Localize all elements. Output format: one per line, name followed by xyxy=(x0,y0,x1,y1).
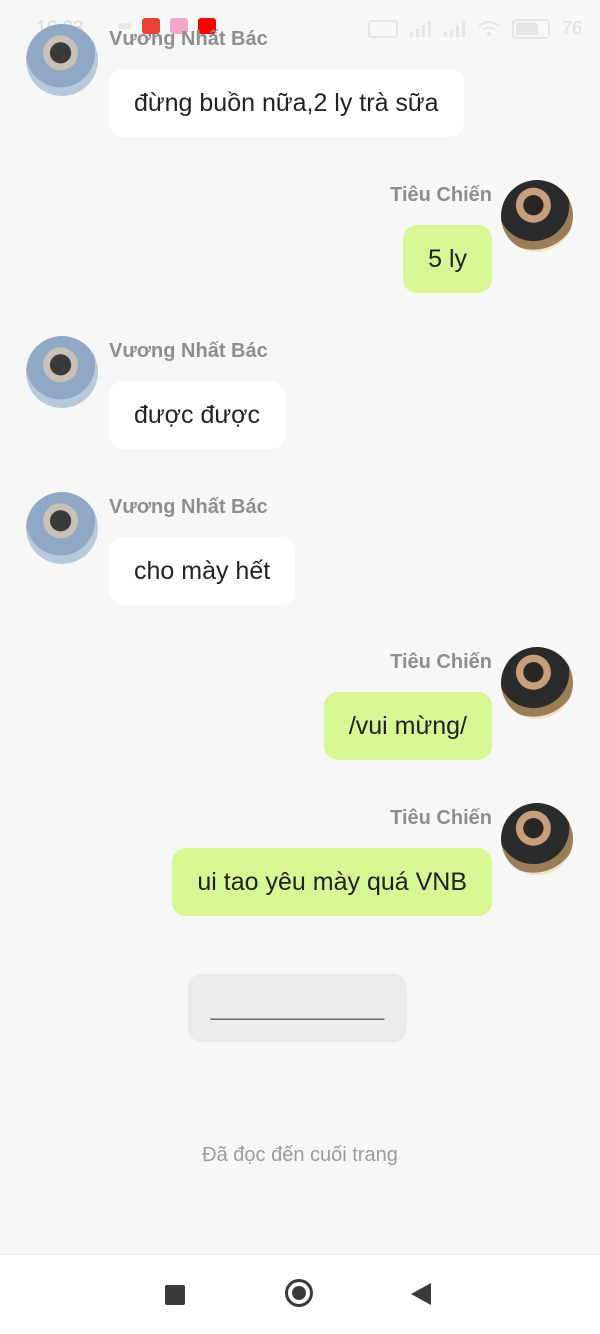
message-bubble[interactable]: đừng buồn nữa,2 ly trà sữa xyxy=(109,69,464,137)
end-of-page-note: Đã đọc đến cuối trang xyxy=(202,1144,398,1166)
message-bubble[interactable]: /vui mừng/ xyxy=(323,692,492,760)
signal-icon xyxy=(443,20,465,37)
message-bubble[interactable]: 5 ly xyxy=(403,225,492,293)
recents-square-icon[interactable] xyxy=(165,1285,185,1305)
avatar[interactable] xyxy=(501,180,573,252)
sender-name: Tiêu Chiến xyxy=(390,651,492,673)
avatar[interactable] xyxy=(26,24,98,96)
navigation-bar xyxy=(0,1254,600,1334)
message-bubble[interactable]: được được xyxy=(109,381,286,449)
avatar[interactable] xyxy=(26,492,98,564)
message-bubble[interactable]: cho mày hết xyxy=(109,537,296,605)
sender-name: Vương Nhất Bác xyxy=(109,496,268,518)
hd-icon xyxy=(367,19,398,38)
divider-card: _____________ xyxy=(188,974,407,1042)
sender-name: Tiêu Chiến xyxy=(390,184,492,206)
battery-level: 76 xyxy=(561,18,582,38)
sender-name: Vương Nhất Bác xyxy=(109,28,268,50)
home-circle-icon[interactable] xyxy=(285,1279,313,1307)
battery-icon xyxy=(511,18,550,39)
sender-name: Tiêu Chiến xyxy=(390,807,492,829)
avatar[interactable] xyxy=(501,647,573,719)
sender-name: Vương Nhất Bác xyxy=(109,340,268,362)
status-indicators: 76 xyxy=(367,18,582,39)
avatar[interactable] xyxy=(26,336,98,408)
message-bubble[interactable]: ui tao yêu mày quá VNB xyxy=(172,848,492,916)
signal-icon xyxy=(409,20,431,37)
back-triangle-icon[interactable] xyxy=(411,1283,431,1305)
avatar[interactable] xyxy=(501,803,573,875)
wifi-icon xyxy=(478,20,500,36)
